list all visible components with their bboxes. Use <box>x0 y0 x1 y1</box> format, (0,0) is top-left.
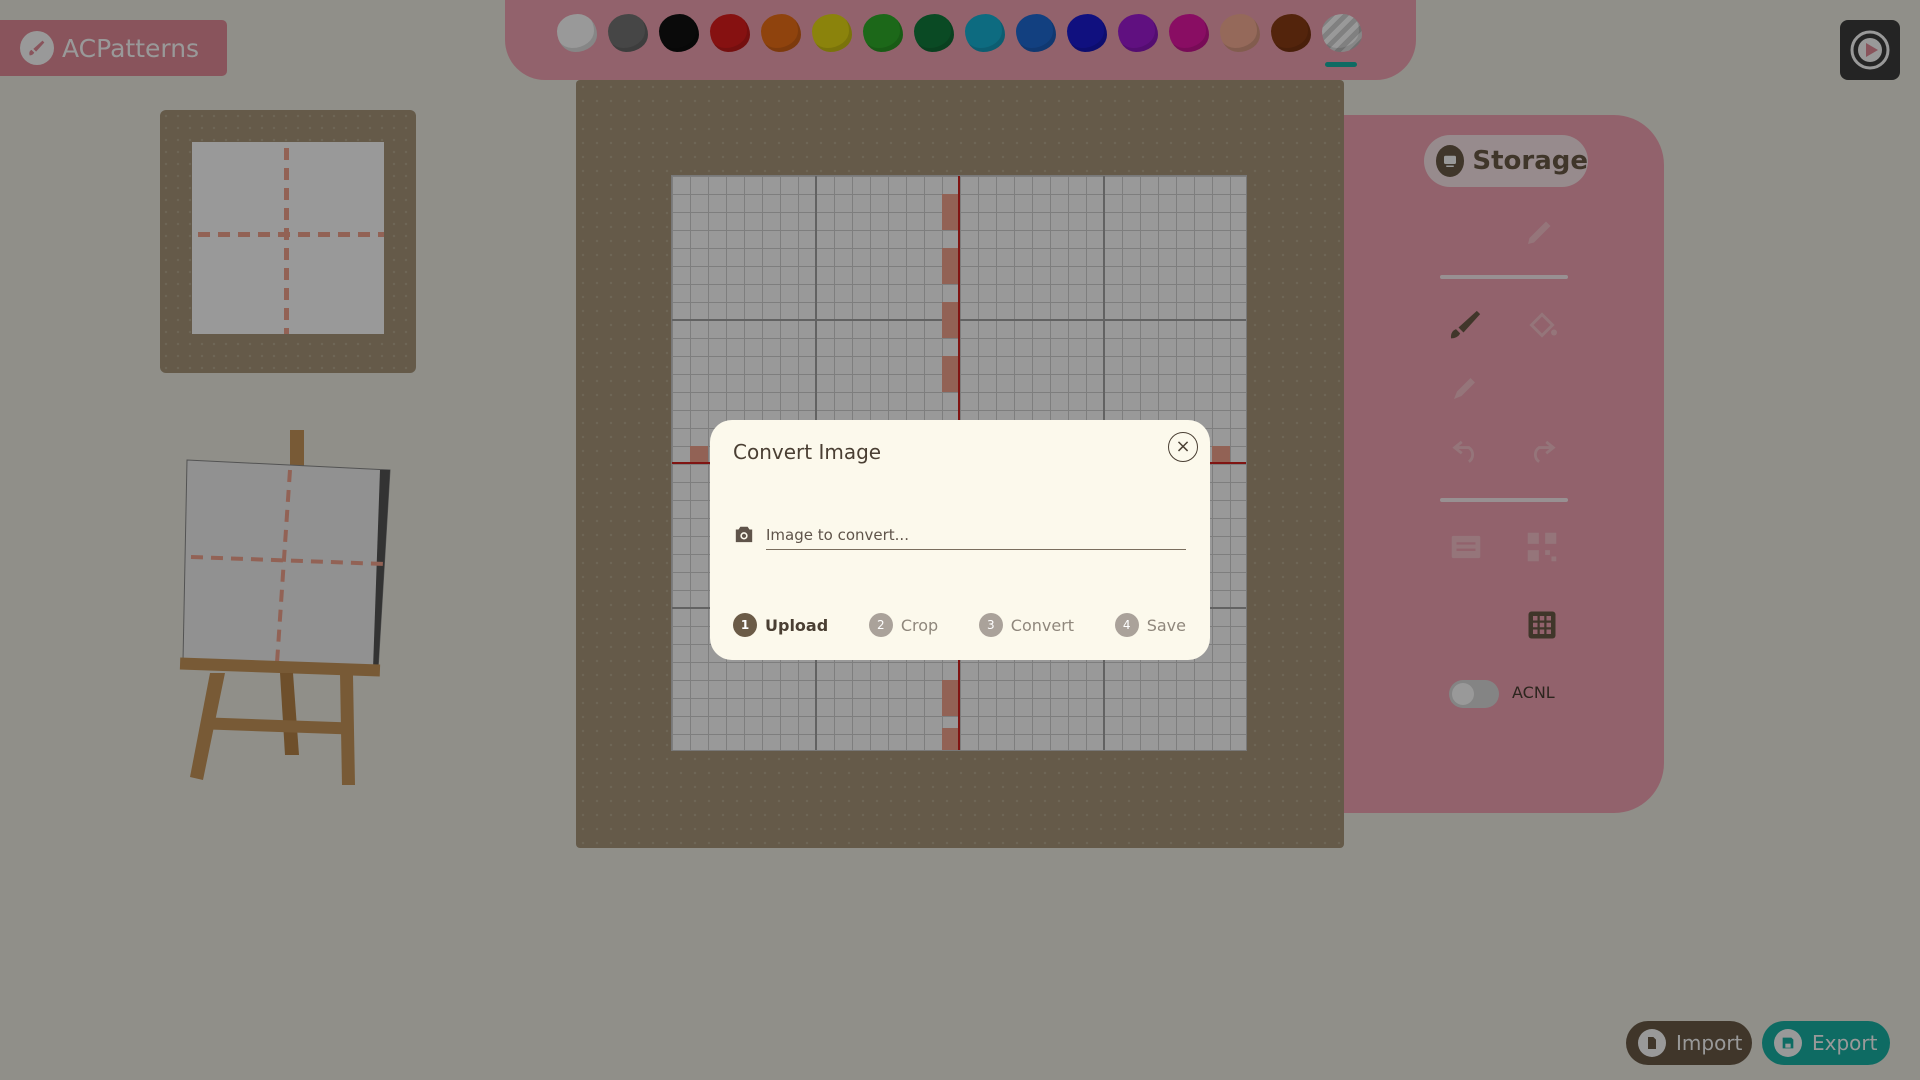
step-label: Crop <box>900 615 939 635</box>
step-convert[interactable]: 3 Convert <box>978 613 1075 637</box>
close-dialog-button[interactable]: × <box>1168 432 1198 462</box>
close-icon: × <box>1175 436 1191 457</box>
image-file-field <box>733 520 1186 550</box>
app-root: ACPatterns Storage ACNL Import Export Co… <box>0 0 1920 1080</box>
step-number: 1 <box>733 613 757 637</box>
step-label: Upload <box>765 615 829 635</box>
convert-image-dialog: Convert Image × 1 Upload 2 Crop 3 Conver… <box>710 420 1210 660</box>
camera-icon[interactable] <box>733 524 755 548</box>
dialog-title: Convert Image <box>733 440 882 464</box>
step-label: Convert <box>1010 615 1075 635</box>
step-crop[interactable]: 2 Crop <box>868 613 939 637</box>
image-to-convert-input[interactable] <box>766 520 1186 550</box>
step-upload[interactable]: 1 Upload <box>733 613 828 637</box>
step-number: 4 <box>1114 613 1139 637</box>
step-save[interactable]: 4 Save <box>1114 613 1186 637</box>
step-number: 2 <box>868 613 893 637</box>
step-label: Save <box>1146 615 1186 635</box>
conversion-stepper: 1 Upload 2 Crop 3 Convert 4 Save <box>733 610 1186 640</box>
step-number: 3 <box>978 613 1003 637</box>
